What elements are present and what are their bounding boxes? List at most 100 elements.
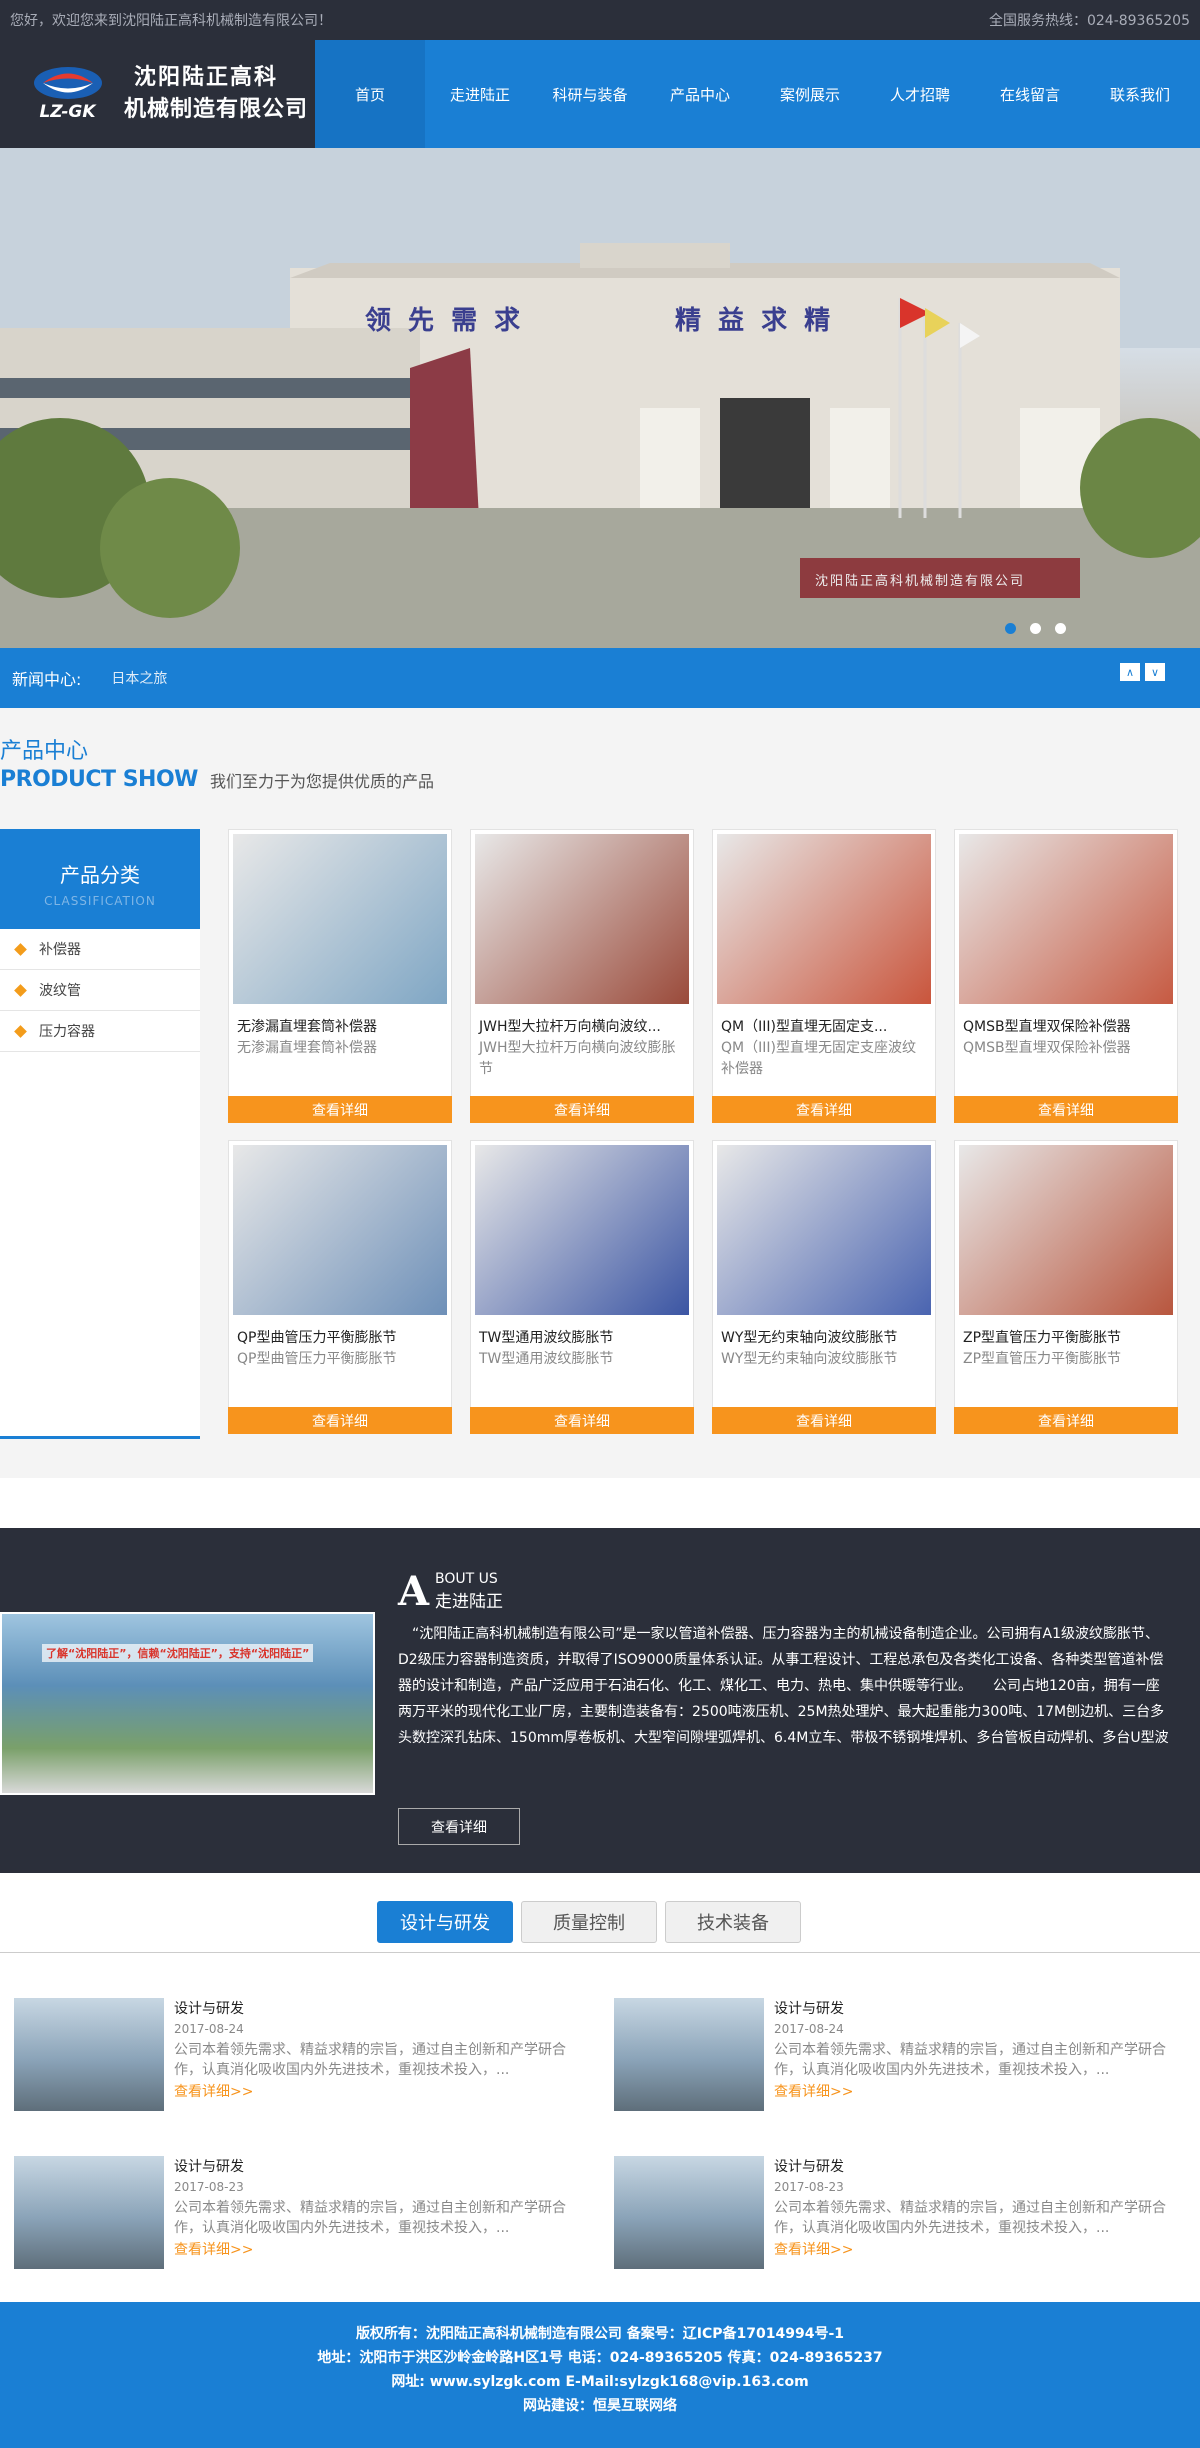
product-image[interactable] xyxy=(959,834,1173,1004)
about-image: 了解“沈阳陆正”，信赖“沈阳陆正”，支持“沈阳陆正” xyxy=(0,1612,375,1795)
tab-quality[interactable]: 质量控制 xyxy=(521,1901,657,1943)
logo[interactable]: LZ-GK 沈阳陆正高科 机械制造有限公司 xyxy=(0,40,315,148)
product-detail-button[interactable]: 查看详细 xyxy=(712,1407,936,1434)
article-more-link[interactable]: 查看详细>> xyxy=(174,2081,584,2101)
about-text: “沈阳陆正高科机械制造有限公司”是一家以管道补偿器、压力容器为主的机械设备制造企… xyxy=(398,1626,1169,1746)
product-card[interactable]: TW型通用波纹膨胀节 TW型通用波纹膨胀节 查看详细 xyxy=(470,1140,694,1434)
list-item[interactable]: 设计与研发 2017-08-23 公司本着领先需求、精益求精的宗旨，通过自主创新和产… xyxy=(14,2155,614,2284)
product-desc: JWH型大拉杆万向横向波纹膨胀节 xyxy=(479,1040,676,1077)
product-image[interactable] xyxy=(475,1145,689,1315)
product-detail-button[interactable]: 查看详细 xyxy=(712,1096,936,1123)
nav-products[interactable]: 产品中心 xyxy=(645,40,755,148)
product-detail-button[interactable]: 查看详细 xyxy=(470,1096,694,1123)
news-down-button[interactable]: ∨ xyxy=(1145,663,1165,681)
category-item[interactable]: 补偿器 xyxy=(0,929,200,970)
article-thumbnail[interactable] xyxy=(14,2155,164,2269)
slider-dot[interactable] xyxy=(1030,623,1041,634)
article-more-link[interactable]: 查看详细>> xyxy=(774,2081,1184,2101)
slider-dot[interactable] xyxy=(1055,623,1066,634)
product-desc: 无渗漏直埋套筒补偿器 xyxy=(237,1040,377,1056)
nav-research[interactable]: 科研与装备 xyxy=(535,40,645,148)
nav-message[interactable]: 在线留言 xyxy=(975,40,1085,148)
product-name[interactable]: QM（III)型直埋无固定支... xyxy=(713,1008,935,1036)
logo-icon: LZ-GK xyxy=(25,66,110,122)
product-detail-button[interactable]: 查看详细 xyxy=(228,1096,452,1123)
slider-dot[interactable] xyxy=(1005,623,1016,634)
category-label: 压力容器 xyxy=(39,1024,95,1040)
nav-jobs[interactable]: 人才招聘 xyxy=(865,40,975,148)
article-title[interactable]: 设计与研发 xyxy=(174,2156,584,2176)
nav-cases[interactable]: 案例展示 xyxy=(755,40,865,148)
product-name[interactable]: 无渗漏直埋套筒补偿器 xyxy=(229,1008,451,1036)
product-detail-button[interactable]: 查看详细 xyxy=(954,1096,1178,1123)
product-card[interactable]: 无渗漏直埋套筒补偿器 无渗漏直埋套筒补偿器 查看详细 xyxy=(228,829,452,1123)
list-item[interactable]: 设计与研发 2017-08-23 公司本着领先需求、精益求精的宗旨，通过自主创新和产… xyxy=(614,2155,1200,2284)
product-name[interactable]: WY型无约束轴向波纹膨胀节 xyxy=(713,1319,935,1347)
hero-banner: 领 先 需 求 精 益 求 精 沈阳陆正高科机械制造有限公司 xyxy=(0,148,1200,648)
nav-home[interactable]: 首页 xyxy=(315,40,425,148)
product-image[interactable] xyxy=(475,834,689,1004)
footer-address: 地址：沈阳市于洪区沙岭金岭路H区1号 电话：024-89365205 传真：02… xyxy=(317,2350,883,2366)
product-name[interactable]: ZP型直管压力平衡膨胀节 xyxy=(955,1319,1177,1347)
category-item[interactable]: 压力容器 xyxy=(0,1011,200,1052)
article-more-link[interactable]: 查看详细>> xyxy=(174,2239,584,2259)
welcome-text: 您好，欢迎您来到沈阳陆正高科机械制造有限公司！ xyxy=(10,13,332,29)
article-title[interactable]: 设计与研发 xyxy=(774,2156,1184,2176)
category-item[interactable]: 波纹管 xyxy=(0,970,200,1011)
article-title[interactable]: 设计与研发 xyxy=(774,1998,1184,2018)
article-date: 2017-08-24 xyxy=(774,2022,844,2036)
news-up-button[interactable]: ∧ xyxy=(1120,663,1140,681)
product-card[interactable]: QMSB型直埋双保险补偿器 QMSB型直埋双保险补偿器 查看详细 xyxy=(954,829,1178,1123)
list-item[interactable]: 设计与研发 2017-08-24 公司本着领先需求、精益求精的宗旨，通过自主创新和产… xyxy=(14,1998,614,2126)
product-detail-button[interactable]: 查看详细 xyxy=(228,1407,452,1434)
footer-copyright: 版权所有：沈阳陆正高科机械制造有限公司 备案号：辽ICP备17014994号-1 xyxy=(355,2326,845,2342)
nav-about[interactable]: 走进陆正 xyxy=(425,40,535,148)
article-summary: 公司本着领先需求、精益求精的宗旨，通过自主创新和产学研合作，认真消化吸收国内外先… xyxy=(774,2042,1166,2078)
article-thumbnail[interactable] xyxy=(14,1998,164,2111)
product-name[interactable]: QMSB型直埋双保险补偿器 xyxy=(955,1008,1177,1036)
nav-contact[interactable]: 联系我们 xyxy=(1085,40,1195,148)
product-image[interactable] xyxy=(233,834,447,1004)
about-title: 走进陆正 xyxy=(435,1592,504,1612)
diamond-bullet-icon xyxy=(14,942,27,956)
article-title[interactable]: 设计与研发 xyxy=(174,1998,584,2018)
logo-line1: 沈阳陆正高科 xyxy=(134,65,279,90)
footer-website[interactable]: 网址: www.sylzgk.com E-Mail:sylzgk168@vip.… xyxy=(0,2370,1200,2394)
article-thumbnail[interactable] xyxy=(614,1998,764,2111)
news-label: 新闻中心: xyxy=(12,670,82,689)
product-desc: QM（III)型直埋无固定支座波纹补偿器 xyxy=(721,1040,916,1077)
footer-builder[interactable]: 网站建设：恒昊互联网络 xyxy=(0,2394,1200,2418)
category-title-en: CLASSIFICATION xyxy=(44,894,156,908)
product-name[interactable]: QP型曲管压力平衡膨胀节 xyxy=(229,1319,451,1347)
article-summary: 公司本着领先需求、精益求精的宗旨，通过自主创新和产学研合作，认真消化吸收国内外先… xyxy=(774,2199,1166,2236)
about-more-button[interactable]: 查看详细 xyxy=(398,1808,520,1845)
product-image[interactable] xyxy=(717,1145,931,1315)
product-name[interactable]: JWH型大拉杆万向横向波纹... xyxy=(471,1008,693,1036)
product-card[interactable]: QP型曲管压力平衡膨胀节 QP型曲管压力平衡膨胀节 查看详细 xyxy=(228,1140,452,1434)
product-image[interactable] xyxy=(959,1145,1173,1315)
product-card[interactable]: WY型无约束轴向波纹膨胀节 WY型无约束轴向波纹膨胀节 查看详细 xyxy=(712,1140,936,1434)
article-thumbnail[interactable] xyxy=(614,2155,764,2269)
category-title: 产品分类 xyxy=(60,863,140,887)
product-name[interactable]: TW型通用波纹膨胀节 xyxy=(471,1319,693,1347)
about-section: 了解“沈阳陆正”，信赖“沈阳陆正”，支持“沈阳陆正” A BOUT US 走进陆… xyxy=(0,1528,1200,1873)
news-ticker: 新闻中心: 日本之旅 ∧ ∨ xyxy=(0,648,1200,708)
about-image-caption: 了解“沈阳陆正”，信赖“沈阳陆正”，支持“沈阳陆正” xyxy=(42,1644,314,1662)
product-detail-button[interactable]: 查看详细 xyxy=(954,1407,1178,1434)
tab-strip: 设计与研发 质量控制 技术装备 xyxy=(0,1901,1200,1953)
product-image[interactable] xyxy=(233,1145,447,1315)
product-card[interactable]: JWH型大拉杆万向横向波纹... JWH型大拉杆万向横向波纹膨胀节查看详细 xyxy=(470,829,694,1123)
article-more-link[interactable]: 查看详细>> xyxy=(774,2239,1184,2259)
tab-equipment[interactable]: 技术装备 xyxy=(665,1901,801,1943)
product-subtitle: 我们至力于为您提供优质的产品 xyxy=(209,772,434,791)
article-date: 2017-08-23 xyxy=(174,2179,244,2194)
product-card[interactable]: ZP型直管压力平衡膨胀节 ZP型直管压力平衡膨胀节 查看详细 xyxy=(954,1140,1178,1434)
list-item[interactable]: 设计与研发 2017-08-24 公司本着领先需求、精益求精的宗旨，通过自主创新和产… xyxy=(614,1998,1200,2126)
product-image[interactable] xyxy=(717,834,931,1004)
news-item[interactable]: 日本之旅 xyxy=(111,668,167,688)
tab-design[interactable]: 设计与研发 xyxy=(377,1901,513,1943)
article-date: 2017-08-23 xyxy=(774,2179,844,2194)
product-desc: QP型曲管压力平衡膨胀节 xyxy=(237,1351,397,1367)
product-detail-button[interactable]: 查看详细 xyxy=(470,1407,694,1434)
product-card[interactable]: QM（III)型直埋无固定支... QM（III)型直埋无固定支座波纹补偿器查看详… xyxy=(712,829,936,1123)
